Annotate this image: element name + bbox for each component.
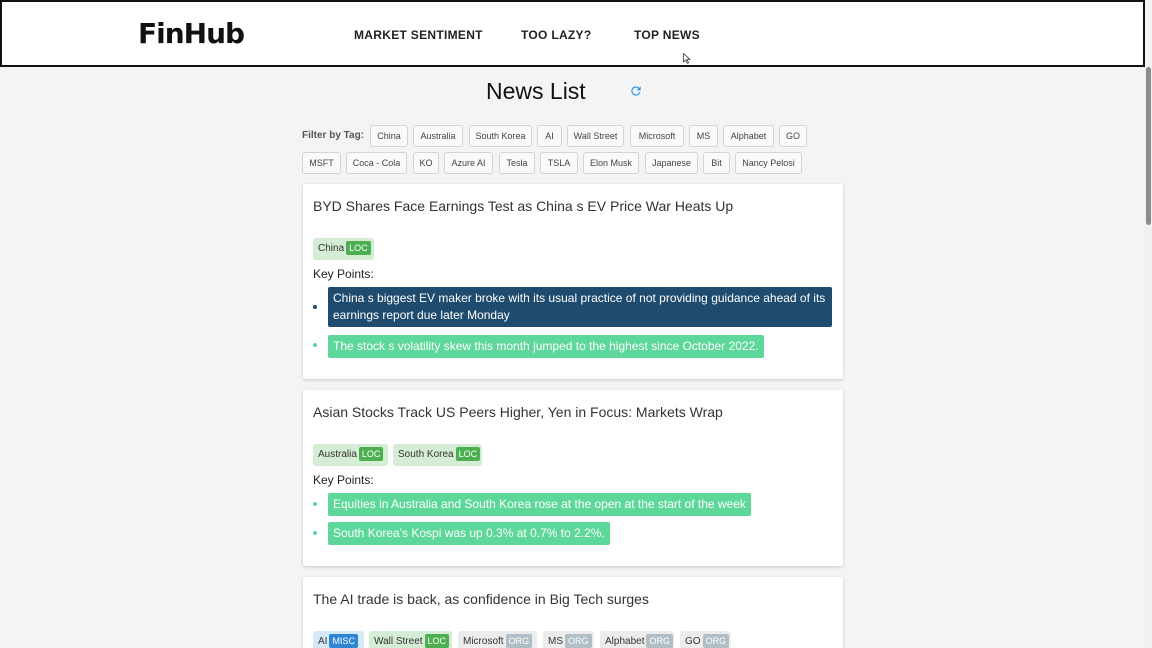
filter-chip-south-korea[interactable]: South Korea [469, 125, 532, 147]
app-logo[interactable]: FinHub [138, 17, 245, 50]
article-tag-ms[interactable]: MS ORG [543, 631, 594, 648]
tag-name: Wall Street [374, 636, 423, 647]
article-tag-alphabet[interactable]: Alphabet ORG [600, 631, 674, 648]
nav-link-top-news[interactable]: TOP NEWS [634, 28, 700, 42]
filter-chip-china[interactable]: China [370, 125, 408, 147]
tag-type-badge: ORG [702, 634, 730, 648]
nav-link-too-lazy[interactable]: TOO LAZY? [521, 28, 591, 42]
filter-chip-australia[interactable]: Australia [413, 125, 463, 147]
tag-name: Alphabet [605, 636, 645, 647]
tag-name: AI [318, 636, 328, 647]
bullet-icon [313, 343, 317, 347]
article-tag-australia[interactable]: Australia LOC [313, 444, 388, 466]
tag-name: Microsoft [463, 636, 504, 647]
bullet-icon [313, 531, 317, 535]
filter-chip-coca-cola[interactable]: Coca - Cola [346, 152, 407, 174]
filter-chip-tsla[interactable]: TSLA [540, 152, 578, 174]
filter-chip-japanese[interactable]: Japanese [645, 152, 698, 174]
top-navbar: FinHub MARKET SENTIMENT TOO LAZY? TOP NE… [0, 0, 1145, 67]
filter-chip-tesla[interactable]: Tesla [499, 152, 535, 174]
bullet-icon [313, 305, 317, 309]
key-point: The stock s volatility skew this month j… [328, 335, 764, 358]
filter-chip-azure-ai[interactable]: Azure AI [444, 152, 493, 174]
tag-type-badge: MISC [329, 634, 358, 648]
page-title: News List [486, 78, 586, 104]
filter-chip-ms[interactable]: MS [689, 125, 718, 147]
filter-chip-wall-street[interactable]: Wall Street [567, 125, 624, 147]
news-card-title[interactable]: The AI trade is back, as confidence in B… [313, 591, 649, 607]
article-tag-china[interactable]: China LOC [313, 238, 374, 260]
tag-name: China [318, 243, 345, 254]
article-tag-wall-street[interactable]: Wall Street LOC [369, 631, 452, 648]
nav-link-market-sentiment[interactable]: MARKET SENTIMENT [354, 28, 483, 42]
article-tag-south-korea[interactable]: South Korea LOC [393, 444, 482, 466]
article-tag-ai[interactable]: AI MISC [313, 631, 364, 648]
key-point-highlight: China s biggest EV maker broke with its … [328, 287, 832, 327]
tag-type-badge: ORG [505, 634, 533, 648]
news-card-title[interactable]: BYD Shares Face Earnings Test as China s… [313, 198, 733, 214]
filter-chip-bit[interactable]: Bit [703, 152, 730, 174]
news-card: Asian Stocks Track US Peers Higher, Yen … [303, 390, 843, 566]
filter-chip-nancy-pelosi[interactable]: Nancy Pelosi [735, 152, 802, 174]
tag-type-badge: ORG [565, 634, 592, 648]
article-tag-microsoft[interactable]: Microsoft ORG [458, 631, 537, 648]
tag-type-badge: ORG [646, 634, 673, 648]
bullet-icon [313, 502, 317, 506]
filter-chip-msft[interactable]: MSFT [302, 152, 341, 174]
filter-chip-alphabet[interactable]: Alphabet [723, 125, 774, 147]
filter-chip-ko[interactable]: KO [413, 152, 439, 174]
key-points-label: Key Points: [313, 473, 374, 487]
filter-chip-ai[interactable]: AI [537, 125, 562, 147]
tag-name: Australia [318, 449, 357, 460]
key-points-label: Key Points: [313, 267, 374, 281]
filter-by-tag-label: Filter by Tag: [302, 130, 365, 141]
filter-chip-elon-musk[interactable]: Elon Musk [583, 152, 639, 174]
mouse-cursor-icon [683, 53, 691, 64]
key-point: Equities in Australia and South Korea ro… [328, 493, 751, 516]
tag-type-badge: LOC [346, 241, 371, 255]
refresh-icon[interactable] [629, 84, 643, 98]
scrollbar-thumb[interactable] [1146, 67, 1151, 225]
tag-name: MS [548, 636, 563, 647]
tag-type-badge: LOC [358, 447, 384, 461]
news-card-title[interactable]: Asian Stocks Track US Peers Higher, Yen … [313, 404, 723, 420]
tag-type-badge: LOC [455, 447, 481, 461]
filter-chip-go[interactable]: GO [779, 125, 807, 147]
tag-name: South Korea [398, 449, 454, 460]
news-card: The AI trade is back, as confidence in B… [303, 577, 843, 648]
article-tag-go[interactable]: GO ORG [680, 631, 731, 648]
news-card: BYD Shares Face Earnings Test as China s… [303, 184, 843, 379]
filter-chip-microsoft[interactable]: Microsoft [630, 125, 684, 147]
page-scrollbar[interactable] [1145, 67, 1152, 648]
tag-type-badge: LOC [424, 634, 450, 648]
key-point: South Korea's Kospi was up 0.3% at 0.7% … [328, 522, 610, 545]
tag-name: GO [685, 636, 701, 647]
